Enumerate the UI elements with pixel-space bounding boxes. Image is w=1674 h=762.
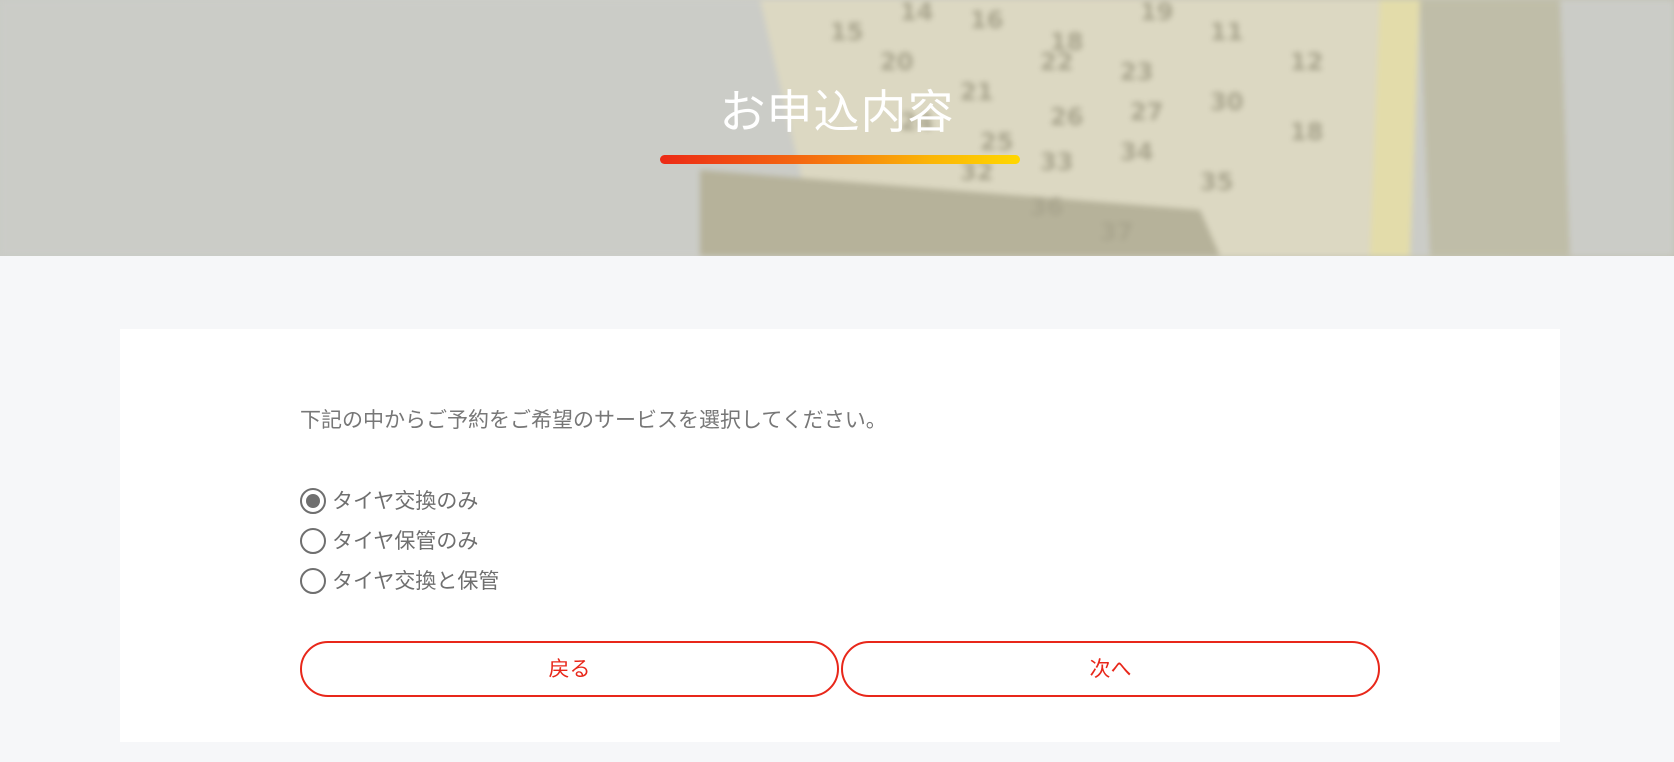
svg-text:12: 12 (1290, 48, 1323, 76)
svg-text:22: 22 (1040, 48, 1073, 76)
option-label: タイヤ保管のみ (332, 529, 479, 553)
service-options: タイヤ交換のみ タイヤ保管のみ タイヤ交換と保管 (300, 481, 499, 601)
option-label: タイヤ交換のみ (332, 489, 479, 513)
svg-text:20: 20 (880, 48, 913, 76)
option-tire-exchange-and-storage[interactable]: タイヤ交換と保管 (300, 561, 499, 601)
svg-text:34: 34 (1120, 138, 1153, 166)
svg-text:37: 37 (1100, 218, 1133, 246)
option-tire-storage[interactable]: タイヤ保管のみ (300, 521, 499, 561)
radio-tire-exchange-and-storage[interactable] (300, 568, 326, 594)
page-title: お申込内容 (719, 85, 955, 139)
svg-text:35: 35 (1200, 168, 1233, 196)
back-button[interactable]: 戻る (300, 641, 839, 697)
svg-text:16: 16 (970, 6, 1003, 34)
svg-text:36: 36 (1030, 193, 1063, 221)
option-label: タイヤ交換と保管 (332, 569, 500, 593)
svg-text:14: 14 (900, 0, 933, 26)
svg-text:15: 15 (830, 18, 863, 46)
option-tire-exchange[interactable]: タイヤ交換のみ (300, 481, 499, 521)
title-underline (660, 155, 1020, 164)
radio-tire-storage[interactable] (300, 528, 326, 554)
svg-text:11: 11 (1210, 18, 1243, 46)
next-button[interactable]: 次へ (841, 641, 1380, 697)
svg-text:19: 19 (1140, 0, 1173, 26)
radio-tire-exchange[interactable] (300, 488, 326, 514)
instruction-text: 下記の中からご予約をご希望のサービスを選択してください。 (300, 408, 887, 432)
hero-banner: 15 14 16 18 19 11 12 20 21 22 23 18 24 25 26 27 30 32 3… (0, 0, 1674, 256)
svg-text:33: 33 (1040, 148, 1073, 176)
